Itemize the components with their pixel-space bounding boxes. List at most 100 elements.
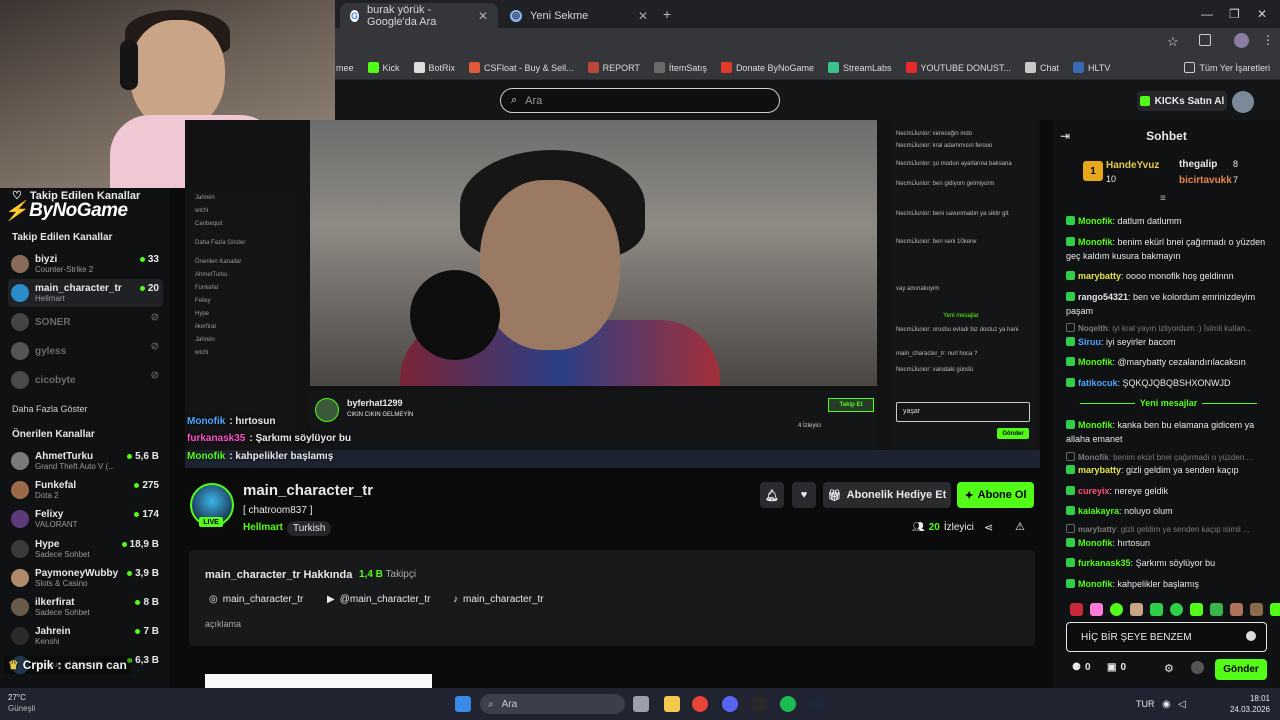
top-gifter-name[interactable]: thegalip [1179, 159, 1217, 170]
maximize-icon[interactable]: ❐ [1229, 7, 1240, 21]
sidebar-channel-recommended[interactable]: Jahrein Kenshi 7 B [8, 622, 163, 650]
bookmark-item[interactable]: mee [336, 63, 354, 73]
steam-icon[interactable] [809, 696, 825, 712]
top-gifter-name[interactable]: bicirtavukk [1179, 175, 1232, 186]
bookmark-item[interactable]: HLTV [1073, 62, 1110, 73]
tiktok-link[interactable]: ♪ main_character_tr [453, 594, 544, 605]
emote-icon[interactable] [1170, 603, 1183, 616]
chat-username[interactable]: kaiakayra [1078, 506, 1119, 516]
bookmark-item[interactable]: StreamLabs [827, 62, 892, 73]
chat-username[interactable]: fatikocuk [1078, 378, 1118, 388]
sidebar-channel-gyless[interactable]: gyless ⊘ [8, 337, 163, 365]
close-window-icon[interactable]: ✕ [1257, 7, 1267, 21]
instagram-link[interactable]: ◎ main_character_tr [209, 594, 303, 605]
sidebar-channel-biyzi[interactable]: biyzi Counter-Strike 2 33 [8, 250, 163, 278]
minimize-icon[interactable]: — [1201, 7, 1213, 21]
chat-username[interactable]: Monofik [1078, 453, 1109, 462]
bookmark-item[interactable]: YOUTUBE DONUST... [905, 62, 1011, 73]
chat-username[interactable]: marybatty [1078, 271, 1121, 281]
emote-icon[interactable] [1210, 603, 1223, 616]
show-more-link[interactable]: Daha Fazla Göster [12, 404, 88, 414]
emote-icon[interactable] [1070, 603, 1083, 616]
profile-avatar[interactable] [1234, 33, 1249, 48]
chat-username[interactable]: Siruu [1078, 337, 1101, 347]
obs-icon[interactable] [751, 696, 767, 712]
sidebar-channel-recommended[interactable]: AhmetTurku Grand Theft Auto V (... 5,6 B [8, 447, 163, 475]
channel-name[interactable]: main_character_tr [243, 482, 373, 499]
sidebar-channel-recommended[interactable]: Felixy VALORANT 174 [8, 505, 163, 533]
new-tab-button[interactable]: + [663, 6, 671, 22]
sidebar-channel-recommended[interactable]: Funkefal Dota 2 275 [8, 476, 163, 504]
chat-username[interactable]: marybatty [1078, 465, 1121, 475]
chat-username[interactable]: cureyix [1078, 486, 1110, 496]
chat-username[interactable]: Monofik [1078, 579, 1113, 589]
send-button[interactable]: Gönder [1215, 659, 1267, 680]
chat-username[interactable]: marybatty [1078, 525, 1116, 534]
chat-username[interactable]: rango54321 [1078, 292, 1128, 302]
chat-input[interactable]: HİÇ BİR ŞEYE BENZEM [1066, 622, 1267, 652]
emote-icon[interactable] [1250, 603, 1263, 616]
network-icon[interactable]: ◉ [1162, 699, 1171, 710]
bookmark-item[interactable]: Donate ByNoGame [720, 62, 814, 73]
sidebar-channel-recommended[interactable]: Hype Sadece Sohbet 18,9 B [8, 535, 163, 563]
youtube-link[interactable]: ▶ @main_character_tr [327, 594, 430, 605]
user-avatar[interactable] [1232, 91, 1254, 113]
chat-username[interactable]: Monofik [1078, 237, 1113, 247]
share-icon[interactable]: ⋖ [984, 521, 993, 534]
stream-category[interactable]: Hellmart [243, 522, 283, 533]
top-gifter-name[interactable]: HandeYvuz [1106, 160, 1159, 171]
sidebar-channel-soner[interactable]: SONER ⊘ [8, 308, 163, 336]
taskbar-search[interactable]: ⌕ Ara [480, 694, 625, 714]
file-explorer-icon[interactable] [664, 696, 680, 712]
spotify-icon[interactable] [780, 696, 796, 712]
user-badge-icon[interactable] [1191, 661, 1204, 674]
sidebar-channel-cicobyte[interactable]: cicobyte ⊘ [8, 366, 163, 394]
settings-icon[interactable]: ⚙ [1164, 662, 1174, 675]
windows-start-icon[interactable] [455, 696, 471, 712]
bookmark-item[interactable]: İtemSatış [653, 62, 707, 73]
menu-icon[interactable]: ⋮ [1262, 33, 1274, 47]
clock[interactable]: 18:01 24.03.2026 [1196, 693, 1270, 715]
sidebar-channel-main-character[interactable]: main_character_tr Hellmart 20 [8, 279, 163, 307]
emote-icon[interactable] [1150, 603, 1163, 616]
search-input[interactable]: ⌕ Ara [500, 88, 780, 113]
gift-subscription-button[interactable]: 🎁︎ Abonelik Hediye Et [823, 482, 951, 508]
emote-icon[interactable] [1090, 603, 1103, 616]
buy-kicks-button[interactable]: KICKs Satın Al [1137, 91, 1227, 111]
star-icon[interactable]: ☆ [1167, 34, 1179, 50]
bookmark-item[interactable]: Chat [1025, 62, 1059, 73]
extensions-icon[interactable] [1199, 34, 1211, 46]
emoji-icon[interactable] [1246, 631, 1256, 641]
language-indicator[interactable]: TUR [1136, 699, 1155, 709]
emote-icon[interactable] [1130, 603, 1143, 616]
chat-username[interactable]: Monofik [1078, 357, 1113, 367]
bookmark-item[interactable]: BotRix [413, 62, 455, 73]
bookmark-item[interactable]: REPORT [587, 62, 640, 73]
close-tab-icon[interactable]: ✕ [478, 9, 488, 23]
browser-tab-google[interactable]: G burak yörük - Google'da Ara ✕ [340, 3, 498, 28]
bookmark-item[interactable]: Kick [367, 62, 400, 73]
follow-button[interactable]: ♥ [792, 482, 816, 508]
chat-username[interactable]: Monofik [1078, 216, 1113, 226]
report-icon[interactable]: ⚠ [1015, 520, 1025, 533]
chrome-icon[interactable] [692, 696, 708, 712]
chat-username[interactable]: Noqelth [1078, 324, 1108, 333]
weather-widget[interactable]: 27°C Güneşli [8, 692, 35, 714]
volume-icon[interactable]: ◁ [1178, 699, 1186, 710]
close-tab-icon[interactable]: ✕ [638, 9, 648, 23]
sidebar-channel-recommended[interactable]: PaymoneyWubby Slots & Casino 3,9 B [8, 564, 163, 592]
chat-username[interactable]: furkanask35 [1078, 558, 1131, 568]
all-bookmarks[interactable]: Tüm Yer İşaretleri [1184, 62, 1270, 73]
video-player[interactable]: Jahrein wtcN Canbequit Daha Fazla Göster Ön… [185, 120, 1040, 468]
bookmark-item[interactable]: CSFloat - Buy & Sell... [469, 62, 574, 73]
task-view-icon[interactable] [633, 696, 649, 712]
notifications-button[interactable]: 🔔︎ [760, 482, 784, 508]
emote-icon[interactable] [1270, 603, 1280, 616]
subscribe-button[interactable]: ✦ Abone Ol [957, 482, 1034, 508]
discord-icon[interactable] [722, 696, 738, 712]
expand-icon[interactable]: ≡ [1160, 193, 1166, 204]
emote-icon[interactable] [1110, 603, 1123, 616]
emote-icon[interactable] [1190, 603, 1203, 616]
stream-tag[interactable]: Turkish [287, 521, 332, 536]
sidebar-channel-recommended[interactable]: ilkerfirat Sadece Sohbet 8 B [8, 593, 163, 621]
